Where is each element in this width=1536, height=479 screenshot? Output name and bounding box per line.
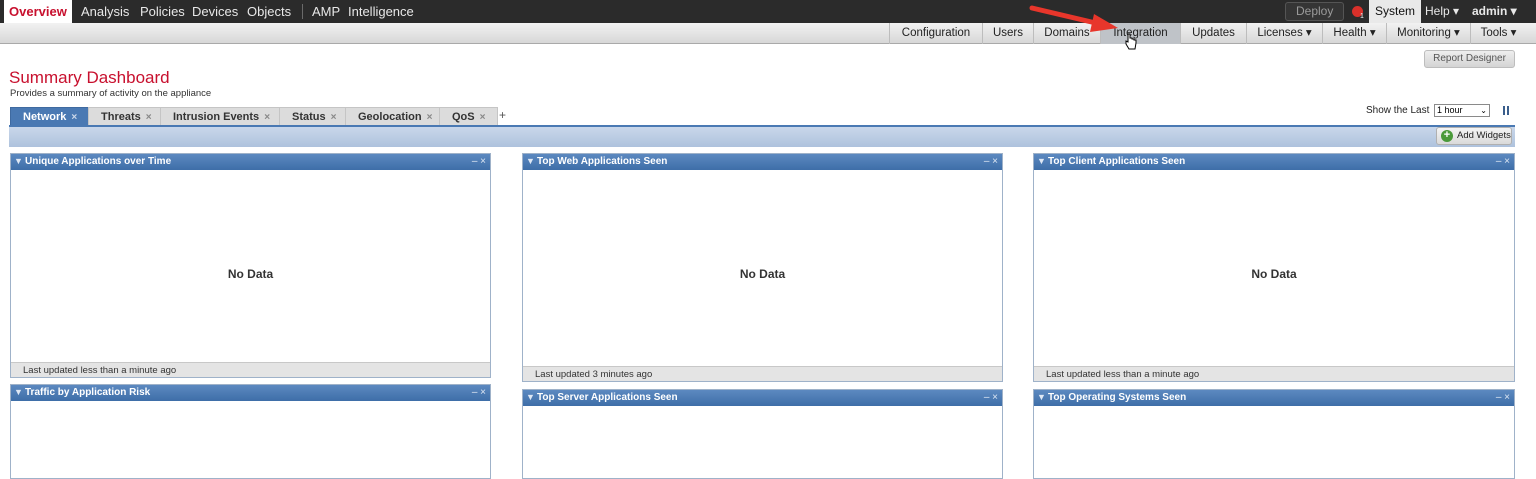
add-widgets-button[interactable]: + Add Widgets (1436, 127, 1512, 145)
widget-footer: Last updated less than a minute ago (1034, 366, 1514, 381)
widget-minimize-close-controls[interactable]: – × (984, 154, 998, 170)
nav-devices[interactable]: Devices (192, 0, 238, 23)
chevron-down-icon[interactable]: ▼ (14, 387, 23, 397)
widget-minimize-close-controls[interactable]: – × (472, 385, 486, 401)
red-arrow-annotation (1029, 5, 1118, 32)
chevron-down-icon[interactable]: ▼ (1037, 156, 1046, 166)
widget-title: Traffic by Application Risk (25, 387, 151, 398)
tab-threats[interactable]: Threats × (88, 107, 165, 125)
chevron-down-icon[interactable]: ▼ (526, 392, 535, 402)
subnav-health[interactable]: Health ▾ (1322, 23, 1386, 44)
widget-unique-applications: ▼ Unique Applications over Time – × No D… (10, 153, 491, 378)
tab-qos[interactable]: QoS × (439, 107, 499, 125)
widget-minimize-close-controls[interactable]: – × (1496, 390, 1510, 406)
subnav-updates[interactable]: Updates (1180, 23, 1246, 44)
dashboard-toolbar (9, 125, 1515, 147)
subnav-tools[interactable]: Tools ▾ (1470, 23, 1526, 44)
plus-circle-icon: + (1441, 130, 1453, 142)
nav-overview[interactable]: Overview (4, 0, 72, 23)
widget-minimize-close-controls[interactable]: – × (472, 154, 486, 170)
widget-header[interactable]: ▼ Top Web Applications Seen – × (523, 154, 1002, 170)
tab-label: Network (23, 111, 67, 123)
nav-system[interactable]: System (1369, 0, 1422, 23)
nav-amp[interactable]: AMP (312, 0, 340, 23)
time-range-select[interactable]: 1 hour ⌄ (1434, 104, 1490, 117)
widget-title: Top Web Applications Seen (537, 156, 668, 167)
chevron-down-icon[interactable]: ▼ (526, 156, 535, 166)
report-designer-button[interactable]: Report Designer (1424, 50, 1515, 68)
nav-divider (302, 4, 303, 19)
widget-title: Top Client Applications Seen (1048, 156, 1186, 167)
widget-footer: Last updated 3 minutes ago (523, 366, 1002, 381)
page-subtitle: Provides a summary of activity on the ap… (10, 88, 212, 99)
subnav-configuration[interactable]: Configuration (889, 23, 982, 44)
widget-no-data: No Data (1251, 267, 1297, 281)
tab-status[interactable]: Status × (279, 107, 350, 125)
tab-network[interactable]: Network × (10, 107, 91, 125)
tab-label: Status (292, 111, 326, 123)
time-range-value: 1 hour (1437, 105, 1463, 115)
widget-title: Top Server Applications Seen (537, 392, 678, 403)
top-navigation-bar: Overview Analysis Policies Devices Objec… (0, 0, 1536, 23)
close-icon[interactable]: × (480, 112, 486, 123)
page-title: Summary Dashboard (9, 68, 170, 87)
nav-user-menu[interactable]: admin ▾ (1472, 0, 1517, 23)
tab-label: Geolocation (358, 111, 422, 123)
widget-top-client-applications: ▼ Top Client Applications Seen – × No Da… (1033, 153, 1515, 382)
nav-intelligence[interactable]: Intelligence (348, 0, 414, 23)
pause-icon[interactable] (1503, 106, 1509, 115)
tab-geolocation[interactable]: Geolocation × (345, 107, 446, 125)
close-icon[interactable]: × (264, 112, 270, 123)
tab-label: Intrusion Events (173, 111, 260, 123)
close-icon[interactable]: × (146, 112, 152, 123)
system-subnav-bar: Configuration Users Domains Integration … (0, 23, 1536, 44)
close-icon[interactable]: × (427, 112, 433, 123)
chevron-down-icon[interactable]: ▼ (1037, 392, 1046, 402)
widget-header[interactable]: ▼ Traffic by Application Risk – × (11, 385, 490, 401)
widget-top-web-applications: ▼ Top Web Applications Seen – × No Data … (522, 153, 1003, 382)
chevron-down-icon[interactable]: ▼ (14, 156, 23, 166)
subnav-licenses[interactable]: Licenses ▾ (1246, 23, 1322, 44)
widget-top-operating-systems: ▼ Top Operating Systems Seen – × (1033, 389, 1515, 479)
widget-footer: Last updated less than a minute ago (11, 362, 490, 377)
nav-objects[interactable]: Objects (247, 0, 291, 23)
widget-no-data: No Data (739, 267, 786, 281)
nav-help[interactable]: Help ▾ (1425, 0, 1459, 23)
close-icon[interactable]: × (331, 112, 337, 123)
tab-label: Threats (101, 111, 141, 123)
chevron-down-icon: ⌄ (1480, 106, 1487, 115)
widget-minimize-close-controls[interactable]: – × (1496, 154, 1510, 170)
hand-cursor-icon (1125, 33, 1137, 50)
close-icon[interactable]: × (71, 112, 77, 123)
widget-minimize-close-controls[interactable]: – × (984, 390, 998, 406)
widget-no-data: No Data (227, 267, 274, 281)
deploy-button[interactable]: Deploy (1285, 2, 1345, 21)
widget-header[interactable]: ▼ Top Client Applications Seen – × (1034, 154, 1514, 170)
alert-count: 1 (1360, 13, 1364, 20)
nav-policies[interactable]: Policies (140, 0, 185, 23)
subnav-monitoring[interactable]: Monitoring ▾ (1386, 23, 1470, 44)
show-last-label: Show the Last (1366, 105, 1430, 116)
widget-title: Top Operating Systems Seen (1048, 392, 1187, 403)
widget-title: Unique Applications over Time (25, 156, 172, 167)
tab-label: QoS (452, 111, 475, 123)
add-tab-button[interactable]: + (499, 108, 506, 122)
nav-analysis[interactable]: Analysis (81, 0, 129, 23)
tab-intrusion-events[interactable]: Intrusion Events × (160, 107, 284, 125)
widget-header[interactable]: ▼ Unique Applications over Time – × (11, 154, 490, 170)
widget-header[interactable]: ▼ Top Server Applications Seen – × (523, 390, 1002, 406)
add-widgets-label: Add Widgets (1457, 130, 1511, 141)
widget-traffic-by-application-risk: ▼ Traffic by Application Risk – × (10, 384, 491, 479)
widget-header[interactable]: ▼ Top Operating Systems Seen – × (1034, 390, 1514, 406)
widget-top-server-applications: ▼ Top Server Applications Seen – × (522, 389, 1003, 479)
